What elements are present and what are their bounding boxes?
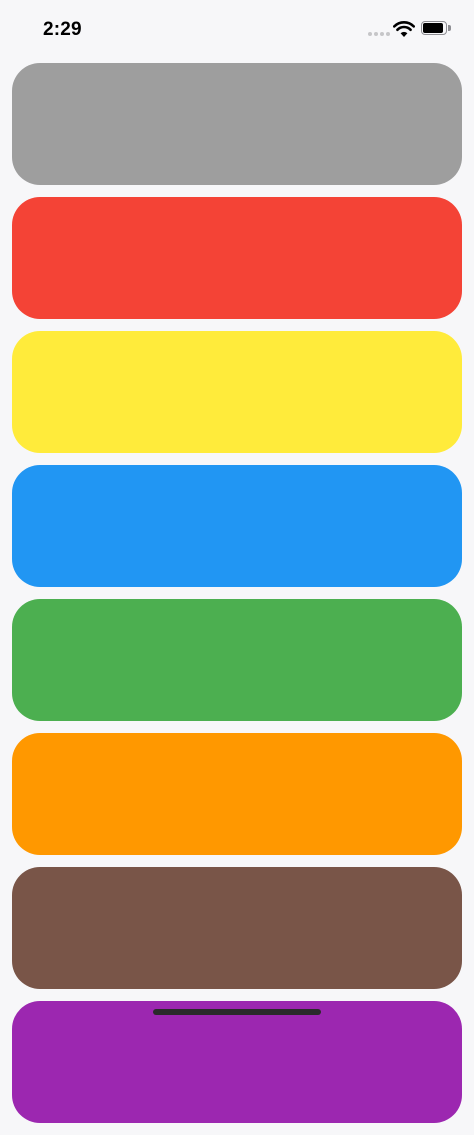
battery-icon — [421, 21, 453, 37]
wifi-icon — [393, 20, 415, 38]
signal-icon — [368, 32, 390, 38]
status-time: 2:29 — [43, 19, 82, 40]
color-card[interactable] — [12, 867, 462, 989]
color-card[interactable] — [12, 599, 462, 721]
color-card[interactable] — [12, 733, 462, 855]
color-card[interactable] — [12, 197, 462, 319]
color-card-list — [12, 63, 462, 1135]
home-indicator[interactable] — [153, 1009, 321, 1015]
status-bar: 2:29 — [0, 0, 474, 56]
color-card[interactable] — [12, 1001, 462, 1123]
color-card[interactable] — [12, 331, 462, 453]
color-card[interactable] — [12, 63, 462, 185]
color-card[interactable] — [12, 465, 462, 587]
